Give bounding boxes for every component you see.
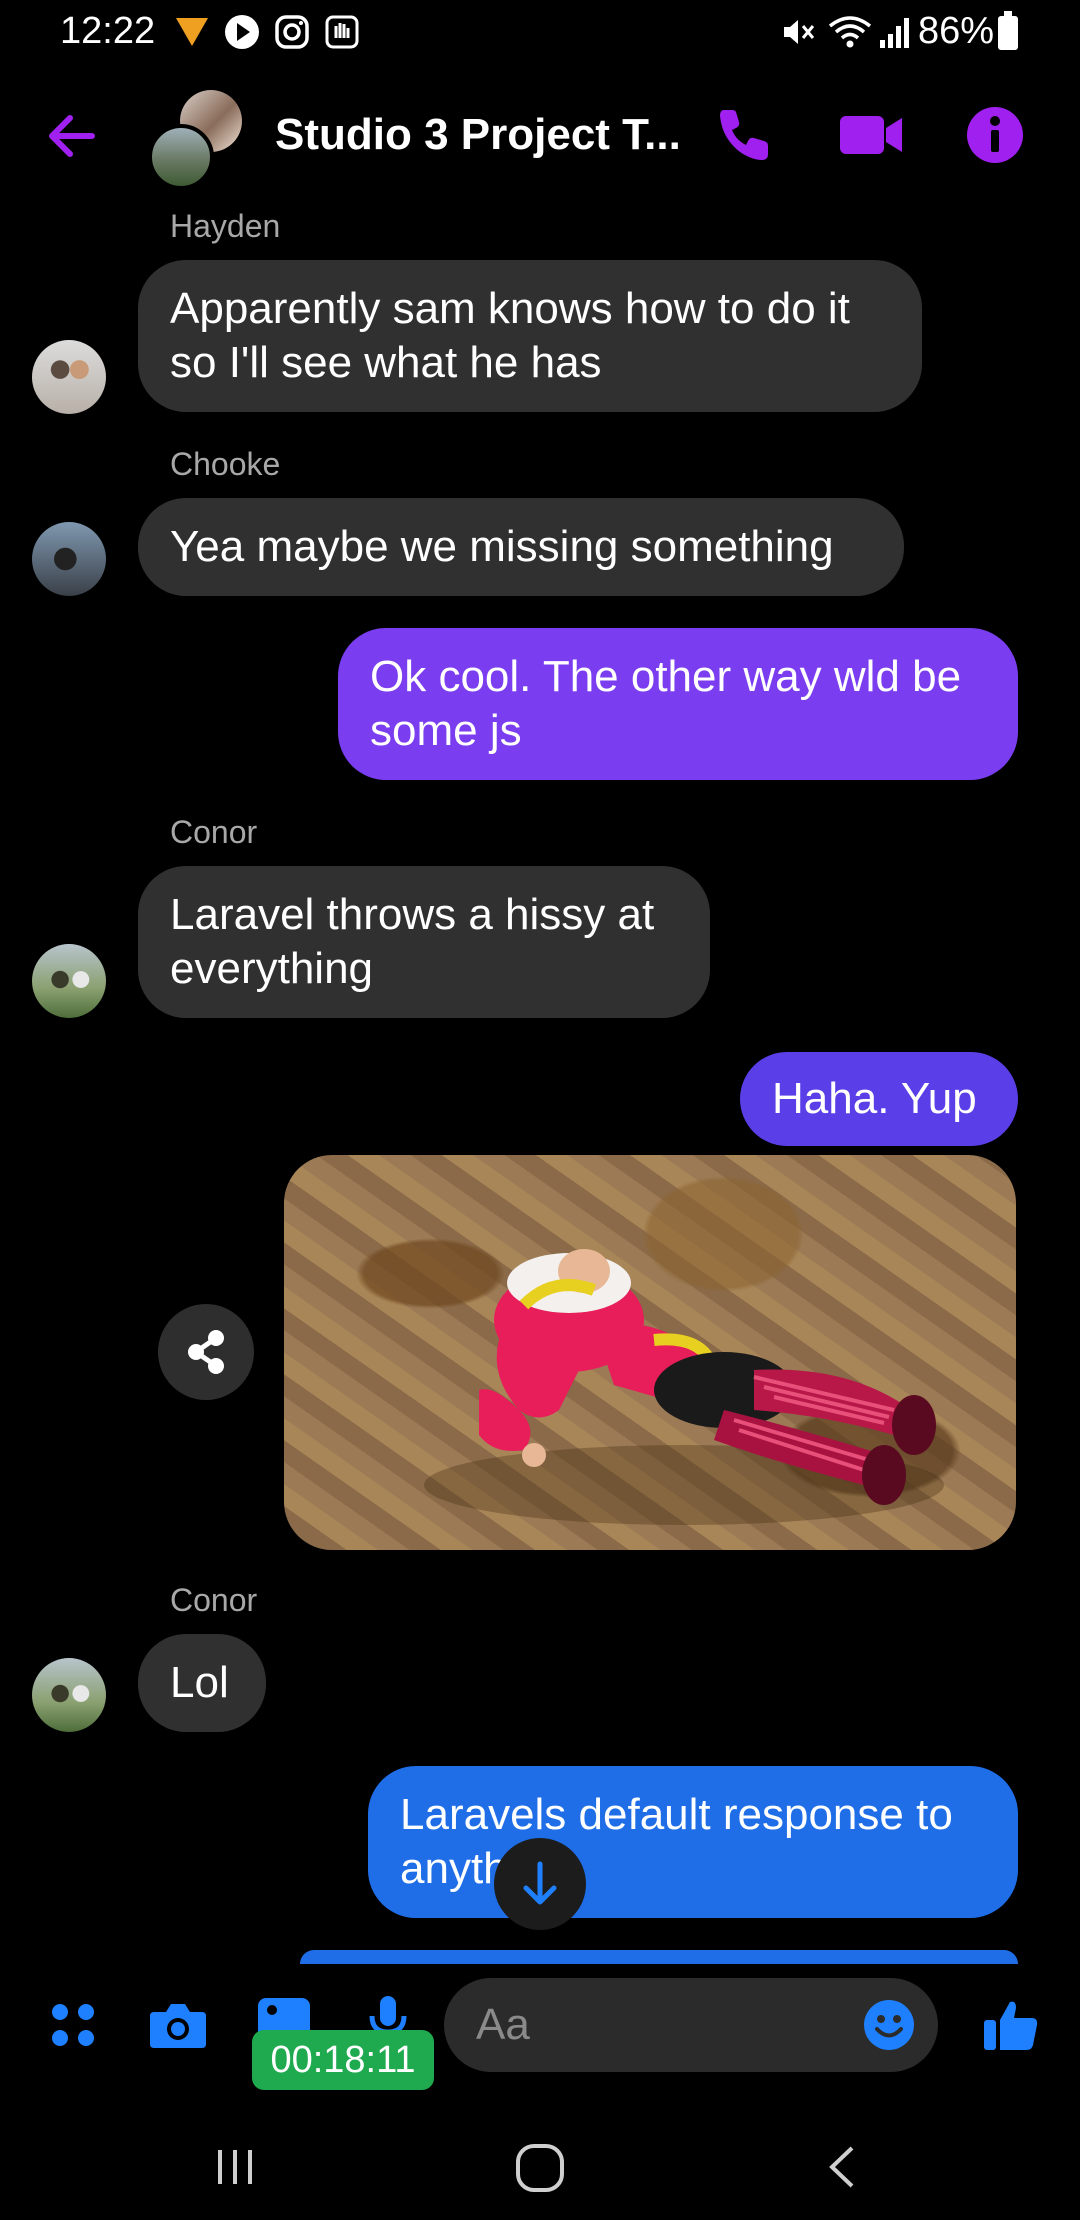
avatar[interactable] bbox=[32, 1658, 106, 1732]
camera-icon[interactable] bbox=[148, 2000, 208, 2055]
back-arrow-icon[interactable] bbox=[42, 108, 102, 164]
message-input-placeholder: Aa bbox=[476, 2000, 530, 2049]
avatar[interactable] bbox=[32, 944, 106, 1018]
hand-icon bbox=[325, 15, 359, 49]
battery-level: 86% bbox=[918, 10, 995, 52]
home-icon[interactable] bbox=[512, 2140, 568, 2196]
sender-name: Conor bbox=[170, 814, 258, 850]
message-bubble[interactable]: Laravels default response to anyth bbox=[368, 1766, 1018, 1918]
instagram-icon bbox=[275, 15, 309, 49]
message-input[interactable]: Aa bbox=[444, 1978, 938, 2072]
sender-name: Conor bbox=[170, 1582, 258, 1618]
avatar[interactable] bbox=[32, 522, 106, 596]
message-bubble[interactable]: Apparently sam knows how to do it so I'l… bbox=[138, 260, 922, 412]
phone-icon[interactable] bbox=[710, 102, 776, 168]
member-avatar bbox=[148, 124, 214, 190]
arrow-down-icon bbox=[523, 1861, 557, 1905]
message-bubble[interactable]: Lol bbox=[138, 1634, 266, 1732]
conversation-title[interactable]: Studio 3 Project T... bbox=[275, 110, 681, 160]
gif-image bbox=[424, 1249, 944, 1525]
recent-apps-icon[interactable] bbox=[210, 2142, 260, 2192]
message-bubble[interactable]: Yea maybe we missing something bbox=[138, 498, 904, 596]
wifi-icon bbox=[828, 16, 872, 48]
system-nav-bar bbox=[0, 2120, 1080, 2220]
status-bar: 12:22 86% bbox=[0, 0, 1080, 70]
message-text: Apparently sam knows how to do it bbox=[170, 284, 850, 333]
apps-icon[interactable] bbox=[48, 2000, 98, 2055]
message-text: Lol bbox=[170, 1658, 229, 1707]
message-text: Haha. Yup bbox=[772, 1074, 977, 1123]
chat-header: Studio 3 Project T... bbox=[0, 80, 1080, 190]
gif-attachment[interactable] bbox=[284, 1155, 1016, 1550]
scroll-to-bottom-button[interactable] bbox=[494, 1838, 586, 1930]
back-icon[interactable] bbox=[818, 2142, 868, 2192]
recording-timer: 00:18:11 bbox=[252, 2030, 434, 2090]
message-text: some js bbox=[370, 706, 522, 755]
message-text: Yea maybe we missing something bbox=[170, 522, 834, 571]
battery-icon bbox=[998, 11, 1018, 50]
message-text: everything bbox=[170, 944, 374, 993]
message-text: Ok cool. The other way wld be bbox=[370, 652, 962, 701]
video-camera-icon[interactable] bbox=[836, 102, 906, 168]
message-bubble[interactable]: Ok cool. The other way wld be some js bbox=[338, 628, 1018, 780]
avatar[interactable] bbox=[32, 340, 106, 414]
message-bubble-partial bbox=[300, 1950, 1018, 1964]
sender-name: Chooke bbox=[170, 446, 281, 482]
message-text: so I'll see what he has bbox=[170, 338, 602, 387]
message-bubble[interactable]: Laravel throws a hissy at everything bbox=[138, 866, 710, 1018]
share-button[interactable] bbox=[158, 1304, 254, 1400]
message-bubble[interactable]: Haha. Yup bbox=[740, 1052, 1018, 1146]
group-avatar[interactable] bbox=[148, 90, 248, 190]
status-time: 12:22 bbox=[60, 10, 156, 52]
signal-icon bbox=[880, 18, 909, 48]
sender-name: Hayden bbox=[170, 208, 281, 244]
message-text: Laravel throws a hissy at bbox=[170, 890, 655, 939]
play-icon bbox=[225, 15, 259, 49]
emoji-icon[interactable] bbox=[862, 1998, 916, 2052]
thumbs-up-icon[interactable] bbox=[982, 1996, 1040, 2059]
message-text: anyth bbox=[400, 1844, 508, 1893]
info-icon[interactable] bbox=[962, 102, 1028, 168]
share-icon bbox=[188, 1330, 224, 1374]
carrier-app-icon bbox=[176, 18, 208, 46]
mute-icon bbox=[784, 20, 815, 44]
message-text: Laravels default response to bbox=[400, 1790, 953, 1839]
